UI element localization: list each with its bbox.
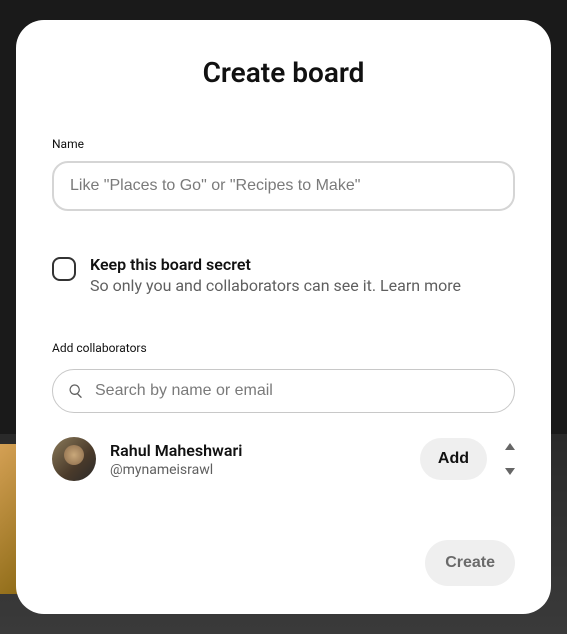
- name-field-label: Name: [52, 137, 515, 151]
- keep-secret-section: Keep this board secret So only you and c…: [52, 255, 515, 295]
- learn-more-link[interactable]: Learn more: [380, 276, 461, 295]
- scroll-up-icon[interactable]: [505, 443, 515, 450]
- collaborator-suggestion-row: Rahul Maheshwari @mynameisrawl Add: [52, 437, 515, 481]
- keep-secret-title: Keep this board secret: [90, 255, 461, 274]
- add-collaborator-button[interactable]: Add: [420, 438, 487, 480]
- scroll-arrows: [505, 443, 515, 475]
- scroll-down-icon[interactable]: [505, 468, 515, 475]
- modal-title: Create board: [52, 56, 515, 89]
- create-button[interactable]: Create: [425, 540, 515, 586]
- keep-secret-checkbox[interactable]: [52, 257, 76, 281]
- board-name-input[interactable]: [52, 161, 515, 211]
- avatar: [52, 437, 96, 481]
- search-icon: [68, 383, 84, 399]
- collaborator-handle: @mynameisrawl: [110, 462, 406, 478]
- keep-secret-subtitle: So only you and collaborators can see it…: [90, 276, 461, 295]
- create-board-modal: Create board Name Keep this board secret…: [16, 20, 551, 614]
- collaborators-label: Add collaborators: [52, 341, 515, 355]
- collaborator-name: Rahul Maheshwari: [110, 441, 406, 460]
- collaborator-search-input[interactable]: [52, 369, 515, 413]
